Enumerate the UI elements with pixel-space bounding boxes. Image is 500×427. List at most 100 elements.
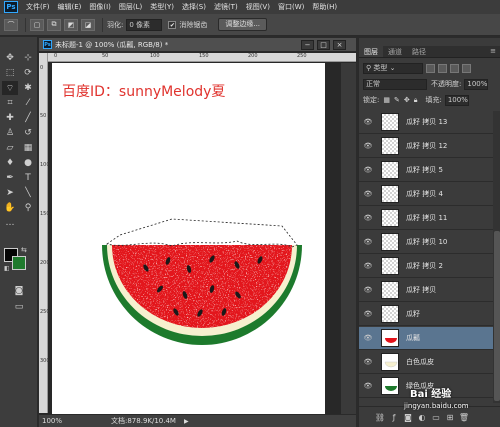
layer-style-icon[interactable]: ƒ [387,413,401,422]
magic-wand-tool-icon[interactable]: ✱ [20,81,36,95]
filter-type-icon[interactable] [450,63,459,73]
gradient-tool-icon[interactable]: ▦ [20,141,36,155]
filter-pixel-icon[interactable] [426,63,435,73]
refine-edge-button[interactable]: 调整边缘... [218,18,268,31]
layer-row[interactable]: 👁︎ 瓜籽 拷贝 5 [359,159,493,182]
polygon-lasso-tool-icon[interactable]: ⌔ [2,81,18,95]
menu-type[interactable]: 类型(Y) [146,2,178,12]
menu-view[interactable]: 视图(V) [242,2,274,12]
add-selection-icon[interactable]: ⧉ [47,18,61,31]
blend-mode-select[interactable]: 正常 [363,78,427,90]
filter-shape-icon[interactable] [462,63,471,73]
default-colors-icon[interactable]: ◧ [4,265,10,272]
healing-brush-tool-icon[interactable]: ✚ [2,111,18,125]
layer-row[interactable]: 👁︎ 瓜籽 拷贝 11 [359,207,493,230]
close-icon[interactable]: × [333,40,346,50]
menu-file[interactable]: 文件(F) [22,2,54,12]
layer-row[interactable]: 👁︎ 瓜籽 拷贝 13 [359,111,493,134]
layer-row[interactable]: 👁︎ 瓜籽 拷贝 [359,279,493,302]
menu-select[interactable]: 选择(S) [178,2,210,12]
screen-mode-icon[interactable]: ▭ [11,300,27,314]
status-menu-arrow-icon[interactable]: ▶ [184,418,189,425]
document-tab[interactable]: Ps 未标题-1 @ 100% (瓜瓤, RGB/8) * − □ × [39,38,356,52]
layer-row[interactable]: 👁︎ 瓜籽 拷贝 12 [359,135,493,158]
menu-image[interactable]: 图像(I) [85,2,115,12]
lasso-tool-icon[interactable]: ⟳ [20,66,36,80]
brush-tool-icon[interactable]: ╱ [20,111,36,125]
menu-filter[interactable]: 滤镜(T) [210,2,242,12]
tab-paths[interactable]: 路径 [407,46,431,57]
hand-tool-icon[interactable]: ✋ [2,201,18,215]
intersect-selection-icon[interactable]: ◪ [81,18,95,31]
link-layers-icon[interactable]: ⛓ [373,413,387,422]
swap-colors-icon[interactable]: ⇆ [21,246,27,254]
visibility-eye-icon[interactable]: 👁︎ [362,382,374,390]
new-group-icon[interactable]: ▭ [429,413,443,422]
background-color-swatch[interactable] [12,256,26,270]
fill-input[interactable]: 100% [444,94,469,106]
path-selection-tool-icon[interactable]: ➤ [2,186,18,200]
feather-input[interactable]: 0 像素 [126,18,163,31]
layer-row[interactable]: 👁︎ 白色瓜皮 [359,351,493,374]
filter-adjust-icon[interactable] [438,63,447,73]
visibility-eye-icon[interactable]: 👁︎ [362,262,374,270]
adjustment-layer-icon[interactable]: ◐ [415,413,429,422]
menu-edit[interactable]: 编辑(E) [54,2,86,12]
menu-layer[interactable]: 图层(L) [115,2,146,12]
canvas[interactable]: 百度ID：sunnyMelody夏 [52,63,325,414]
lock-position-icon[interactable]: ✥ [404,96,410,104]
blur-tool-icon[interactable]: ♦ [2,156,18,170]
menu-help[interactable]: 帮助(H) [308,2,341,12]
canvas-scrollbar[interactable] [341,63,356,414]
visibility-eye-icon[interactable]: 👁︎ [362,166,374,174]
layer-row[interactable]: 👁︎ 瓜籽 拷贝 4 [359,183,493,206]
menu-window[interactable]: 窗口(W) [274,2,308,12]
subtract-selection-icon[interactable]: ◩ [64,18,78,31]
tab-layers[interactable]: 图层 [359,46,383,57]
visibility-eye-icon[interactable]: 👁︎ [362,214,374,222]
line-tool-icon[interactable]: ╲ [20,186,36,200]
panel-menu-icon[interactable]: ≡ [490,47,496,55]
new-layer-icon[interactable]: ⊞ [443,413,457,422]
eyedropper-tool-icon[interactable]: ⁄ [20,96,36,110]
layer-row[interactable]: 👁︎ 瓜籽 拷贝 2 [359,255,493,278]
delete-layer-icon[interactable]: 🗑︎ [457,413,471,422]
lasso-preset-icon[interactable]: ⌒ [4,18,18,31]
lock-pixels-icon[interactable]: ▦ [383,96,390,104]
tab-channels[interactable]: 通道 [383,46,407,57]
zoom-tool-icon[interactable]: ⚲ [20,201,36,215]
antialias-checkbox[interactable]: ✔ [168,20,177,29]
dodge-tool-icon[interactable]: ● [20,156,36,170]
crop-tool-icon[interactable]: ⌗ [2,96,18,110]
layers-scrollbar[interactable] [493,111,500,403]
visibility-eye-icon[interactable]: 👁︎ [362,310,374,318]
eraser-tool-icon[interactable]: ▱ [2,141,18,155]
pen-tool-icon[interactable]: ✒ [2,171,18,185]
visibility-eye-icon[interactable]: 👁︎ [362,358,374,366]
layer-row[interactable]: 👁︎ 瓜籽 [359,303,493,326]
move-tool-icon[interactable]: ✥ [2,51,18,65]
type-tool-icon[interactable]: T [20,171,36,185]
lock-paint-icon[interactable]: ✎ [394,96,400,104]
visibility-eye-icon[interactable]: 👁︎ [362,190,374,198]
maximize-icon[interactable]: □ [317,40,330,50]
clone-stamp-tool-icon[interactable]: ♙ [2,126,18,140]
minimize-icon[interactable]: − [301,40,314,50]
visibility-eye-icon[interactable]: 👁︎ [362,334,374,342]
visibility-eye-icon[interactable]: 👁︎ [362,286,374,294]
history-brush-tool-icon[interactable]: ↺ [20,126,36,140]
visibility-eye-icon[interactable]: 👁︎ [362,142,374,150]
layer-filter-select[interactable]: ⚲ 类型 ⌄ [363,62,423,74]
edit-toolbar-icon[interactable]: … [2,216,18,230]
layer-row-selected[interactable]: 👁︎ 瓜瓤 [359,327,493,350]
new-selection-icon[interactable]: ▢ [30,18,44,31]
artboard-tool-icon[interactable]: ⊹ [20,51,36,65]
lock-all-icon[interactable]: 🔒︎ [414,96,418,105]
visibility-eye-icon[interactable]: 👁︎ [362,118,374,126]
visibility-eye-icon[interactable]: 👁︎ [362,238,374,246]
layers-scrollbar-thumb[interactable] [494,231,500,401]
marquee-tool-icon[interactable]: ⬚ [2,66,18,80]
opacity-input[interactable]: 100% [464,78,489,90]
quick-mask-icon[interactable]: ◙ [11,284,27,298]
layer-row[interactable]: 👁︎ 瓜籽 拷贝 10 [359,231,493,254]
